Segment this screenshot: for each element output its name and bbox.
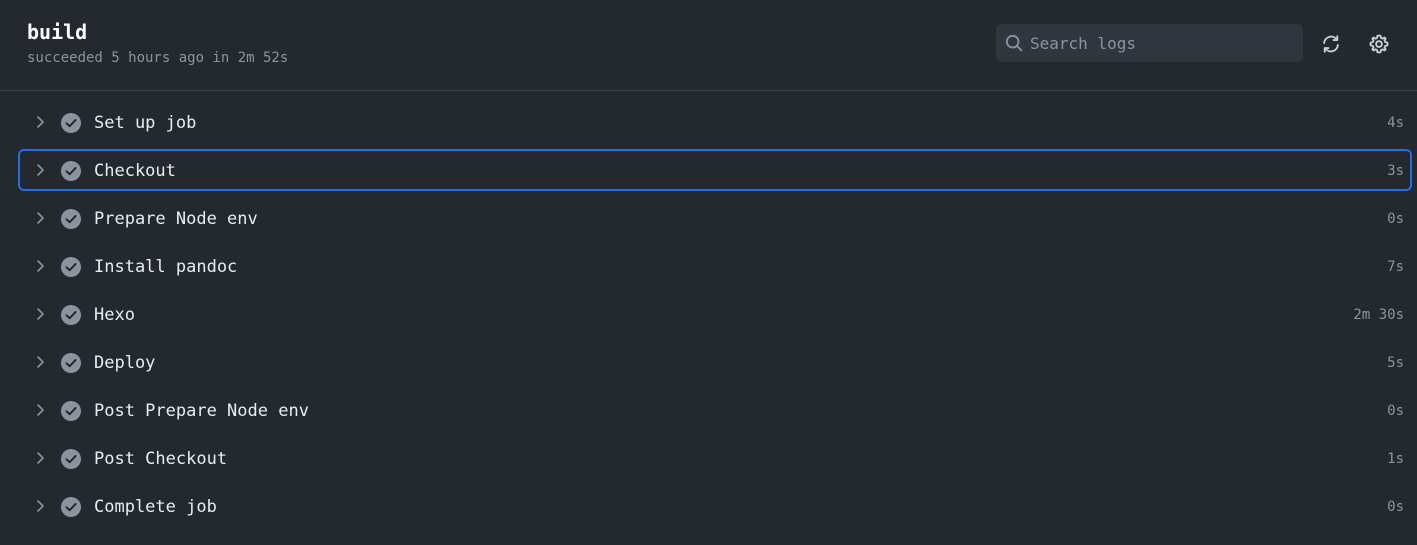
check-circle-icon bbox=[61, 497, 81, 517]
step-row-frame[interactable]: Set up job 4s bbox=[18, 101, 1412, 143]
step-row[interactable]: Post Checkout 1s bbox=[0, 435, 1417, 483]
step-row-frame[interactable]: Install pandoc 7s bbox=[18, 245, 1412, 287]
job-status-summary: succeeded 5 hours ago in 2m 52s bbox=[27, 50, 289, 66]
chevron-right-icon[interactable] bbox=[32, 354, 48, 370]
check-circle-icon bbox=[61, 161, 81, 181]
step-duration: 1s bbox=[1387, 451, 1404, 467]
step-row-frame[interactable]: Post Checkout 1s bbox=[18, 437, 1412, 479]
step-row-frame[interactable]: Complete job 0s bbox=[18, 485, 1412, 527]
check-circle-icon bbox=[61, 353, 81, 373]
settings-button[interactable] bbox=[1367, 32, 1391, 56]
step-duration: 0s bbox=[1387, 403, 1404, 419]
chevron-right-icon[interactable] bbox=[32, 162, 48, 178]
search-icon bbox=[1005, 34, 1023, 52]
step-duration: 0s bbox=[1387, 211, 1404, 227]
step-row-frame[interactable]: Checkout 3s bbox=[18, 149, 1412, 191]
chevron-right-icon[interactable] bbox=[32, 402, 48, 418]
search-logs-input[interactable] bbox=[1030, 24, 1290, 62]
step-row-frame[interactable]: Deploy 5s bbox=[18, 341, 1412, 383]
step-duration: 0s bbox=[1387, 499, 1404, 515]
step-row[interactable]: Post Prepare Node env 0s bbox=[0, 387, 1417, 435]
check-circle-icon bbox=[61, 305, 81, 325]
step-row-frame[interactable]: Prepare Node env 0s bbox=[18, 197, 1412, 239]
step-name: Set up job bbox=[94, 113, 197, 133]
step-row[interactable]: Hexo 2m 30s bbox=[0, 291, 1417, 339]
step-row-frame[interactable]: Hexo 2m 30s bbox=[18, 293, 1412, 335]
check-circle-icon bbox=[61, 257, 81, 277]
gear-icon bbox=[1369, 34, 1389, 54]
step-duration: 7s bbox=[1387, 259, 1404, 275]
step-name: Post Prepare Node env bbox=[94, 401, 309, 421]
steps-list: Set up job 4s Checkout 3s Prepare Node env 0s… bbox=[0, 99, 1417, 531]
search-logs-box[interactable] bbox=[996, 24, 1303, 62]
chevron-right-icon[interactable] bbox=[32, 258, 48, 274]
step-name: Complete job bbox=[94, 497, 217, 517]
step-name: Hexo bbox=[94, 305, 135, 325]
step-row[interactable]: Prepare Node env 0s bbox=[0, 195, 1417, 243]
check-circle-icon bbox=[61, 113, 81, 133]
step-name: Post Checkout bbox=[94, 449, 228, 469]
step-row[interactable]: Install pandoc 7s bbox=[0, 243, 1417, 291]
step-row[interactable]: Set up job 4s bbox=[0, 99, 1417, 147]
check-circle-icon bbox=[61, 209, 81, 229]
job-title: build bbox=[27, 20, 88, 44]
step-name: Deploy bbox=[94, 353, 156, 373]
step-row[interactable]: Complete job 0s bbox=[0, 483, 1417, 531]
step-duration: 3s bbox=[1387, 163, 1404, 179]
step-duration: 2m 30s bbox=[1353, 307, 1404, 323]
job-header: build succeeded 5 hours ago in 2m 52s bbox=[0, 0, 1417, 91]
chevron-right-icon[interactable] bbox=[32, 210, 48, 226]
job-log-view: build succeeded 5 hours ago in 2m 52s Se… bbox=[0, 0, 1417, 545]
step-duration: 5s bbox=[1387, 355, 1404, 371]
chevron-right-icon[interactable] bbox=[32, 450, 48, 466]
step-row[interactable]: Checkout 3s bbox=[0, 147, 1417, 195]
step-name: Checkout bbox=[94, 161, 176, 181]
refresh-icon bbox=[1323, 35, 1339, 53]
check-circle-icon bbox=[61, 401, 81, 421]
step-row-frame[interactable]: Post Prepare Node env 0s bbox=[18, 389, 1412, 431]
step-name: Install pandoc bbox=[94, 257, 238, 277]
chevron-right-icon[interactable] bbox=[32, 498, 48, 514]
chevron-right-icon[interactable] bbox=[32, 306, 48, 322]
step-row[interactable]: Deploy 5s bbox=[0, 339, 1417, 387]
check-circle-icon bbox=[61, 449, 81, 469]
step-name: Prepare Node env bbox=[94, 209, 258, 229]
refresh-button[interactable] bbox=[1319, 32, 1343, 56]
chevron-right-icon[interactable] bbox=[32, 114, 48, 130]
step-duration: 4s bbox=[1387, 115, 1404, 131]
